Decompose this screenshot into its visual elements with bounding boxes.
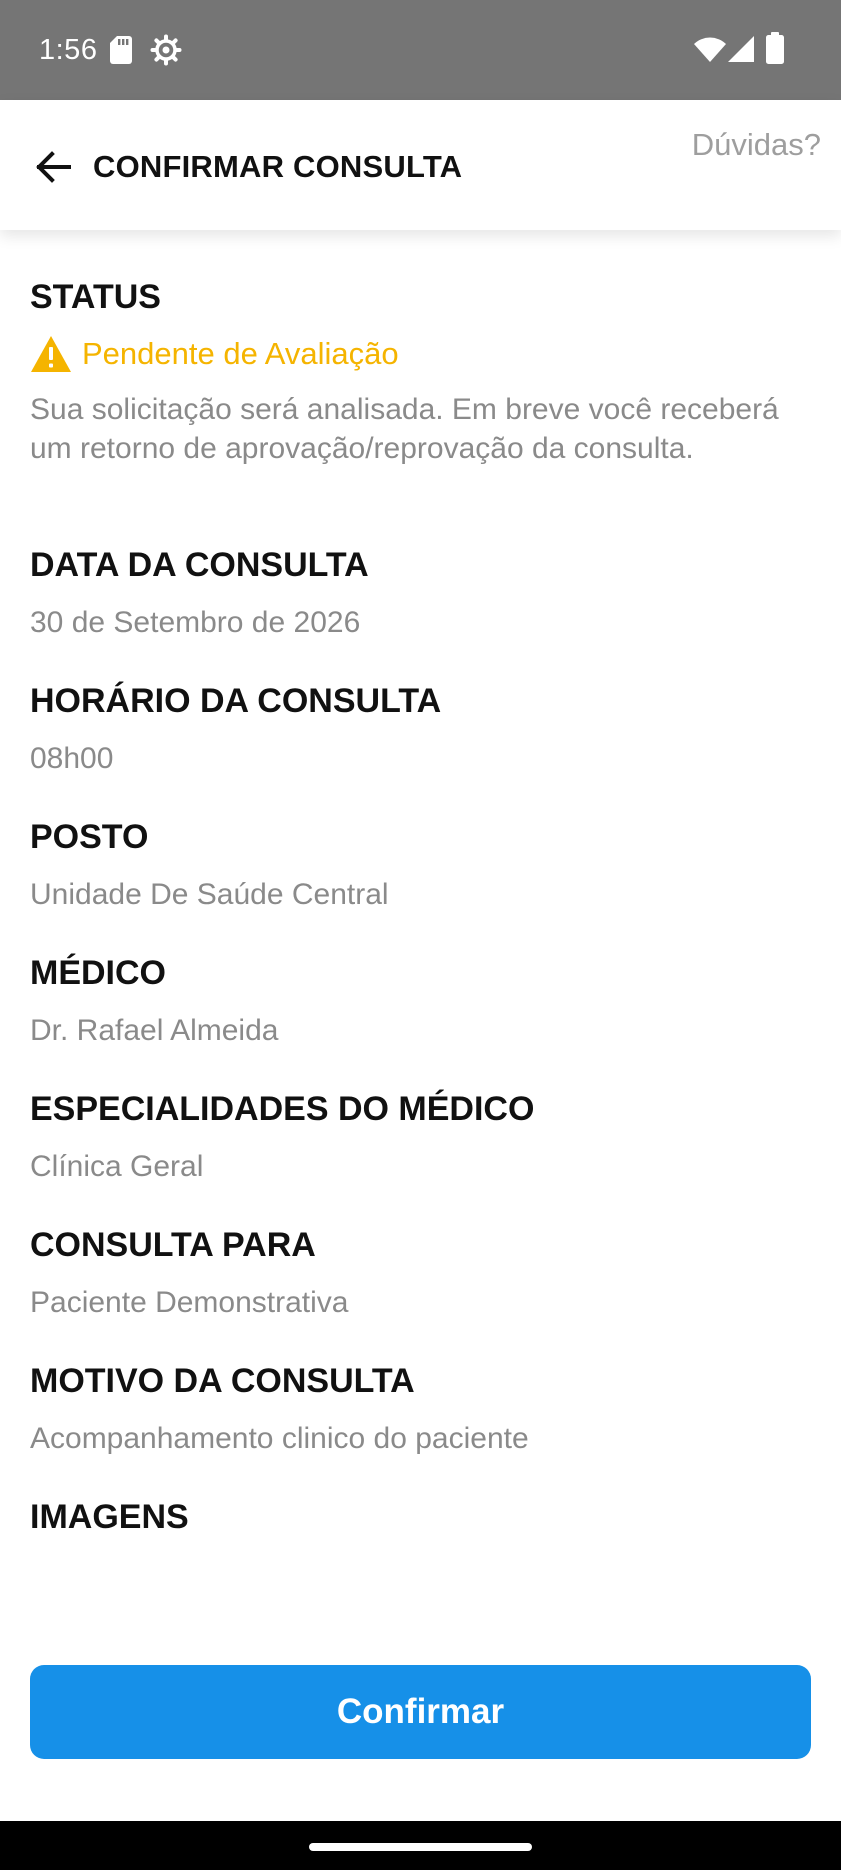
navigation-bar [0,1821,841,1870]
consultation-time-value: 08h00 [30,742,114,775]
status-time: 1:56 [39,34,98,66]
status-row: Pendente de Avaliação [30,333,399,375]
doctor-specialties-value: Clínica Geral [30,1150,204,1183]
images-label: IMAGENS [30,1498,189,1536]
consultation-date-value: 30 de Setembro de 2026 [30,606,361,639]
home-indicator[interactable] [309,1843,532,1851]
arrow-left-icon [36,151,71,183]
consultation-reason-value: Acompanhamento clinico do paciente [30,1422,529,1455]
help-link[interactable]: Dúvidas? [692,126,821,164]
doctor-value: Dr. Rafael Almeida [30,1014,279,1047]
confirm-button[interactable]: Confirmar [30,1665,811,1759]
status-value: Pendente de Avaliação [82,336,399,371]
sd-card-icon [110,36,132,64]
warning-icon [31,336,71,372]
consultation-reason-label: MOTIVO DA CONSULTA [30,1362,415,1400]
consultation-date-label: DATA DA CONSULTA [30,546,369,584]
settings-gear-icon [150,34,182,66]
health-unit-label: POSTO [30,818,149,856]
patient-label: CONSULTA PARA [30,1226,316,1264]
doctor-specialties-label: ESPECIALIDADES DO MÉDICO [30,1090,535,1128]
battery-icon [766,32,784,64]
status-label: STATUS [30,278,161,316]
status-bar: 1:56 [0,0,841,100]
signal-icon [728,36,754,62]
patient-value: Paciente Demonstrativa [30,1286,349,1319]
doctor-label: MÉDICO [30,954,166,992]
status-description: Sua solicitação será analisada. Em breve… [30,393,779,465]
consultation-time-label: HORÁRIO DA CONSULTA [30,682,442,720]
screen: 1:56 CONFIRMAR CONSULTA Dúvidas? STATUS … [0,0,841,1870]
wifi-icon [694,37,726,62]
consultation-details: STATUS Pendente de Avaliação Sua solicit… [0,230,841,1650]
app-bar: CONFIRMAR CONSULTA Dúvidas? [0,100,841,230]
health-unit-value: Unidade De Saúde Central [30,878,389,911]
page-title: CONFIRMAR CONSULTA [93,149,463,184]
back-button[interactable] [28,142,78,192]
